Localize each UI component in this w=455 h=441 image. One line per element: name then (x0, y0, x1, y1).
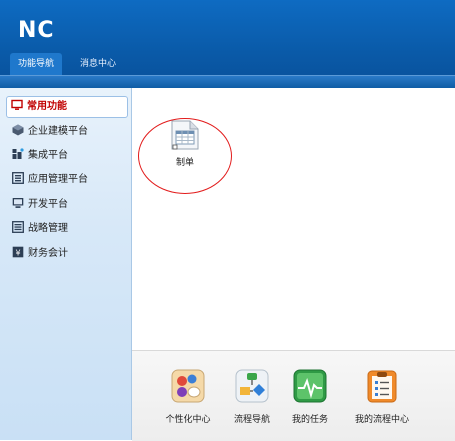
launch-label: 我的任务 (291, 415, 328, 425)
ledger-icon: ¥ (12, 246, 24, 258)
app-header: NC 功能导航 消息中心 (0, 0, 455, 89)
launch-label: 我的流程中心 (354, 415, 409, 425)
sidebar-item-label: 常用功能 (27, 101, 67, 112)
sidebar-item-label: 开发平台 (28, 199, 68, 210)
sidebar-item-finance[interactable]: ¥ 财务会计 (8, 244, 68, 264)
sidebar: 常用功能 企业建模平台 集成平台 应用管理平台 开发平台 战略管理 ¥ 财务会计 (0, 88, 132, 440)
monitor-icon (12, 197, 24, 209)
tab-message-center[interactable]: 消息中心 (72, 53, 124, 75)
subbar (0, 75, 455, 89)
sidebar-item-integration[interactable]: 集成平台 (8, 146, 68, 166)
sidebar-item-label: 集成平台 (28, 150, 68, 161)
sidebar-item-common[interactable]: 常用功能 (6, 96, 128, 118)
pulse-icon (293, 369, 327, 403)
flowchart-icon (235, 369, 269, 403)
sidebar-item-app-management[interactable]: 应用管理平台 (8, 170, 88, 190)
sidebar-item-label: 企业建模平台 (28, 126, 88, 137)
palette-icon (171, 369, 205, 403)
nav-tabs: 功能导航 消息中心 (0, 53, 455, 75)
sidebar-item-label: 战略管理 (28, 223, 68, 234)
sidebar-item-strategy[interactable]: 战略管理 (8, 219, 68, 239)
launch-my-tasks[interactable]: 我的任务 (270, 369, 350, 425)
bottom-launchpad: 个性化中心 流程导航 我的任务 我的流程中心 (132, 350, 455, 441)
list-icon (12, 221, 24, 233)
monitor-icon (11, 99, 23, 111)
app-icon (12, 172, 24, 184)
launch-my-process-center[interactable]: 我的流程中心 (342, 369, 422, 425)
clipboard-icon (367, 370, 397, 403)
logo-text: NC (18, 18, 55, 43)
nc-logo: NC (18, 18, 55, 43)
sidebar-item-label: 应用管理平台 (28, 174, 88, 185)
blocks-icon (12, 148, 24, 160)
sidebar-item-enterprise-modeling[interactable]: 企业建模平台 (8, 122, 88, 142)
sidebar-item-label: 财务会计 (28, 248, 68, 259)
sidebar-item-dev-platform[interactable]: 开发平台 (8, 195, 68, 215)
svg-text:¥: ¥ (15, 249, 20, 258)
cube-icon (12, 124, 24, 136)
highlight-circle-annotation (138, 118, 232, 194)
tab-function-nav[interactable]: 功能导航 (10, 53, 63, 75)
